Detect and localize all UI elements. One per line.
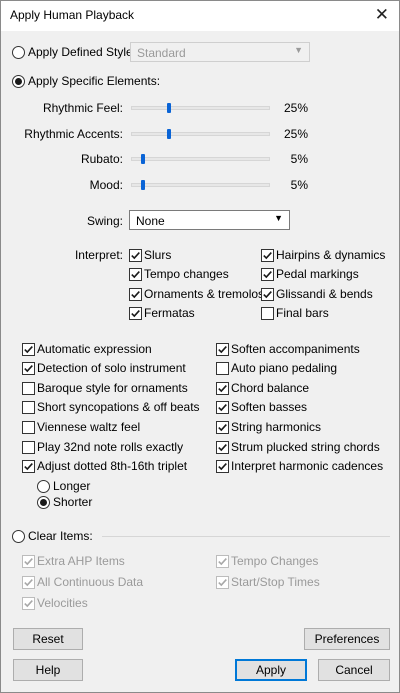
interpret-right-1-checkbox[interactable]	[261, 268, 274, 281]
clear-right-0-checkbox[interactable]	[216, 555, 229, 568]
reset-button[interactable]: Reset	[13, 628, 83, 650]
option-left-5-checkbox[interactable]	[22, 441, 35, 454]
interpret-right-0-label: Hairpins & dynamics	[276, 248, 386, 262]
interpret-right-2-checkbox[interactable]	[261, 288, 274, 301]
cancel-button[interactable]: Cancel	[318, 659, 390, 681]
option-right-6-label: Interpret harmonic cadences	[231, 459, 384, 473]
option-left-4-checkbox[interactable]	[22, 421, 35, 434]
clear-right-1-checkbox[interactable]	[216, 576, 229, 589]
triplet-longer-label: Longer	[53, 479, 91, 493]
slider-value: 25%	[283, 127, 308, 141]
triplet-shorter-radio[interactable]	[37, 496, 50, 509]
clear-left-0-checkbox[interactable]	[22, 555, 35, 568]
slider-track[interactable]	[131, 157, 270, 161]
triplet-longer-radio[interactable]	[37, 480, 50, 493]
clear-left-2-label: Velocities	[37, 596, 88, 610]
slider-label: Rhythmic Feel:	[42, 101, 123, 115]
interpret-left-0-checkbox[interactable]	[129, 249, 142, 262]
slider-label: Rubato:	[80, 152, 123, 166]
triplet-shorter-label: Shorter	[53, 495, 93, 509]
interpret-left-2-label: Ornaments & tremolos	[144, 287, 265, 301]
slider-track[interactable]	[131, 132, 270, 136]
slider-value: 5%	[290, 152, 308, 166]
title-bar: Apply Human Playback ✕	[1, 1, 399, 31]
option-right-0-checkbox[interactable]	[216, 343, 229, 356]
clear-right-0-label: Tempo Changes	[231, 554, 319, 568]
defined-style-select[interactable]: Standard ▼	[130, 42, 310, 62]
option-right-5-checkbox[interactable]	[216, 441, 229, 454]
slider-value: 5%	[290, 178, 308, 192]
interpret-left-1-label: Tempo changes	[144, 267, 229, 281]
interpret-left-3-label: Fermatas	[144, 306, 195, 320]
swing-select[interactable]: None ▼	[129, 210, 290, 230]
interpret-label: Interpret:	[74, 248, 123, 262]
option-left-3-label: Short syncopations & off beats	[37, 400, 200, 414]
slider-thumb[interactable]	[141, 154, 146, 164]
slider-label: Mood:	[89, 178, 123, 192]
preferences-button[interactable]: Preferences	[304, 628, 390, 650]
option-left-3-checkbox[interactable]	[22, 401, 35, 414]
clear-right-1-label: Start/Stop Times	[231, 575, 320, 589]
slider-track[interactable]	[131, 183, 270, 187]
defined-style-radio[interactable]	[12, 46, 25, 59]
option-right-0-label: Soften accompaniments	[231, 342, 360, 356]
clear-items-separator	[102, 536, 390, 537]
chevron-down-icon: ▼	[294, 45, 303, 55]
option-right-1-checkbox[interactable]	[216, 362, 229, 375]
interpret-right-3-label: Final bars	[276, 306, 329, 320]
clear-items-radio[interactable]	[12, 530, 25, 543]
option-right-4-label: String harmonics	[231, 420, 322, 434]
clear-left-2-checkbox[interactable]	[22, 597, 35, 610]
option-left-2-checkbox[interactable]	[22, 382, 35, 395]
slider-thumb[interactable]	[141, 180, 146, 190]
option-left-1-checkbox[interactable]	[22, 362, 35, 375]
option-left-2-label: Baroque style for ornaments	[37, 381, 188, 395]
slider-thumb[interactable]	[166, 129, 171, 139]
option-left-6-label: Adjust dotted 8th-16th triplet	[37, 459, 188, 473]
help-button[interactable]: Help	[13, 659, 83, 681]
swing-label: Swing:	[86, 214, 123, 228]
option-left-0-checkbox[interactable]	[22, 343, 35, 356]
slider-track[interactable]	[131, 106, 270, 110]
option-right-4-checkbox[interactable]	[216, 421, 229, 434]
option-left-5-label: Play 32nd note rolls exactly	[37, 440, 184, 454]
option-right-3-label: Soften basses	[231, 400, 308, 414]
option-right-2-label: Chord balance	[231, 381, 310, 395]
defined-style-value: Standard	[137, 46, 186, 60]
clear-left-0-label: Extra AHP Items	[37, 554, 125, 568]
interpret-right-1-label: Pedal markings	[276, 267, 359, 281]
interpret-right-3-checkbox[interactable]	[261, 307, 274, 320]
interpret-right-2-label: Glissandi & bends	[276, 287, 373, 301]
defined-style-label: Apply Defined Style:	[28, 45, 137, 59]
interpret-left-0-label: Slurs	[144, 248, 172, 262]
option-right-3-checkbox[interactable]	[216, 401, 229, 414]
apply-button[interactable]: Apply	[235, 659, 307, 681]
specific-elements-radio[interactable]	[12, 75, 25, 88]
window-title: Apply Human Playback	[10, 8, 135, 22]
option-left-6-checkbox[interactable]	[22, 460, 35, 473]
chevron-down-icon: ▼	[274, 213, 283, 223]
interpret-left-2-checkbox[interactable]	[129, 288, 142, 301]
clear-left-1-label: All Continuous Data	[37, 575, 144, 589]
option-right-2-checkbox[interactable]	[216, 382, 229, 395]
option-left-0-label: Automatic expression	[37, 342, 152, 356]
clear-items-label: Clear Items:	[28, 529, 93, 543]
slider-label: Rhythmic Accents:	[24, 127, 123, 141]
swing-value: None	[136, 214, 165, 228]
slider-value: 25%	[283, 101, 308, 115]
interpret-left-3-checkbox[interactable]	[129, 307, 142, 320]
close-icon[interactable]: ✕	[375, 5, 389, 25]
specific-elements-label: Apply Specific Elements:	[28, 74, 161, 88]
option-left-1-label: Detection of solo instrument	[37, 361, 186, 375]
interpret-left-1-checkbox[interactable]	[129, 268, 142, 281]
option-right-5-label: Strum plucked string chords	[231, 440, 380, 454]
option-right-6-checkbox[interactable]	[216, 460, 229, 473]
interpret-right-0-checkbox[interactable]	[261, 249, 274, 262]
option-right-1-label: Auto piano pedaling	[231, 361, 338, 375]
slider-thumb[interactable]	[166, 103, 171, 113]
option-left-4-label: Viennese waltz feel	[37, 420, 141, 434]
clear-left-1-checkbox[interactable]	[22, 576, 35, 589]
